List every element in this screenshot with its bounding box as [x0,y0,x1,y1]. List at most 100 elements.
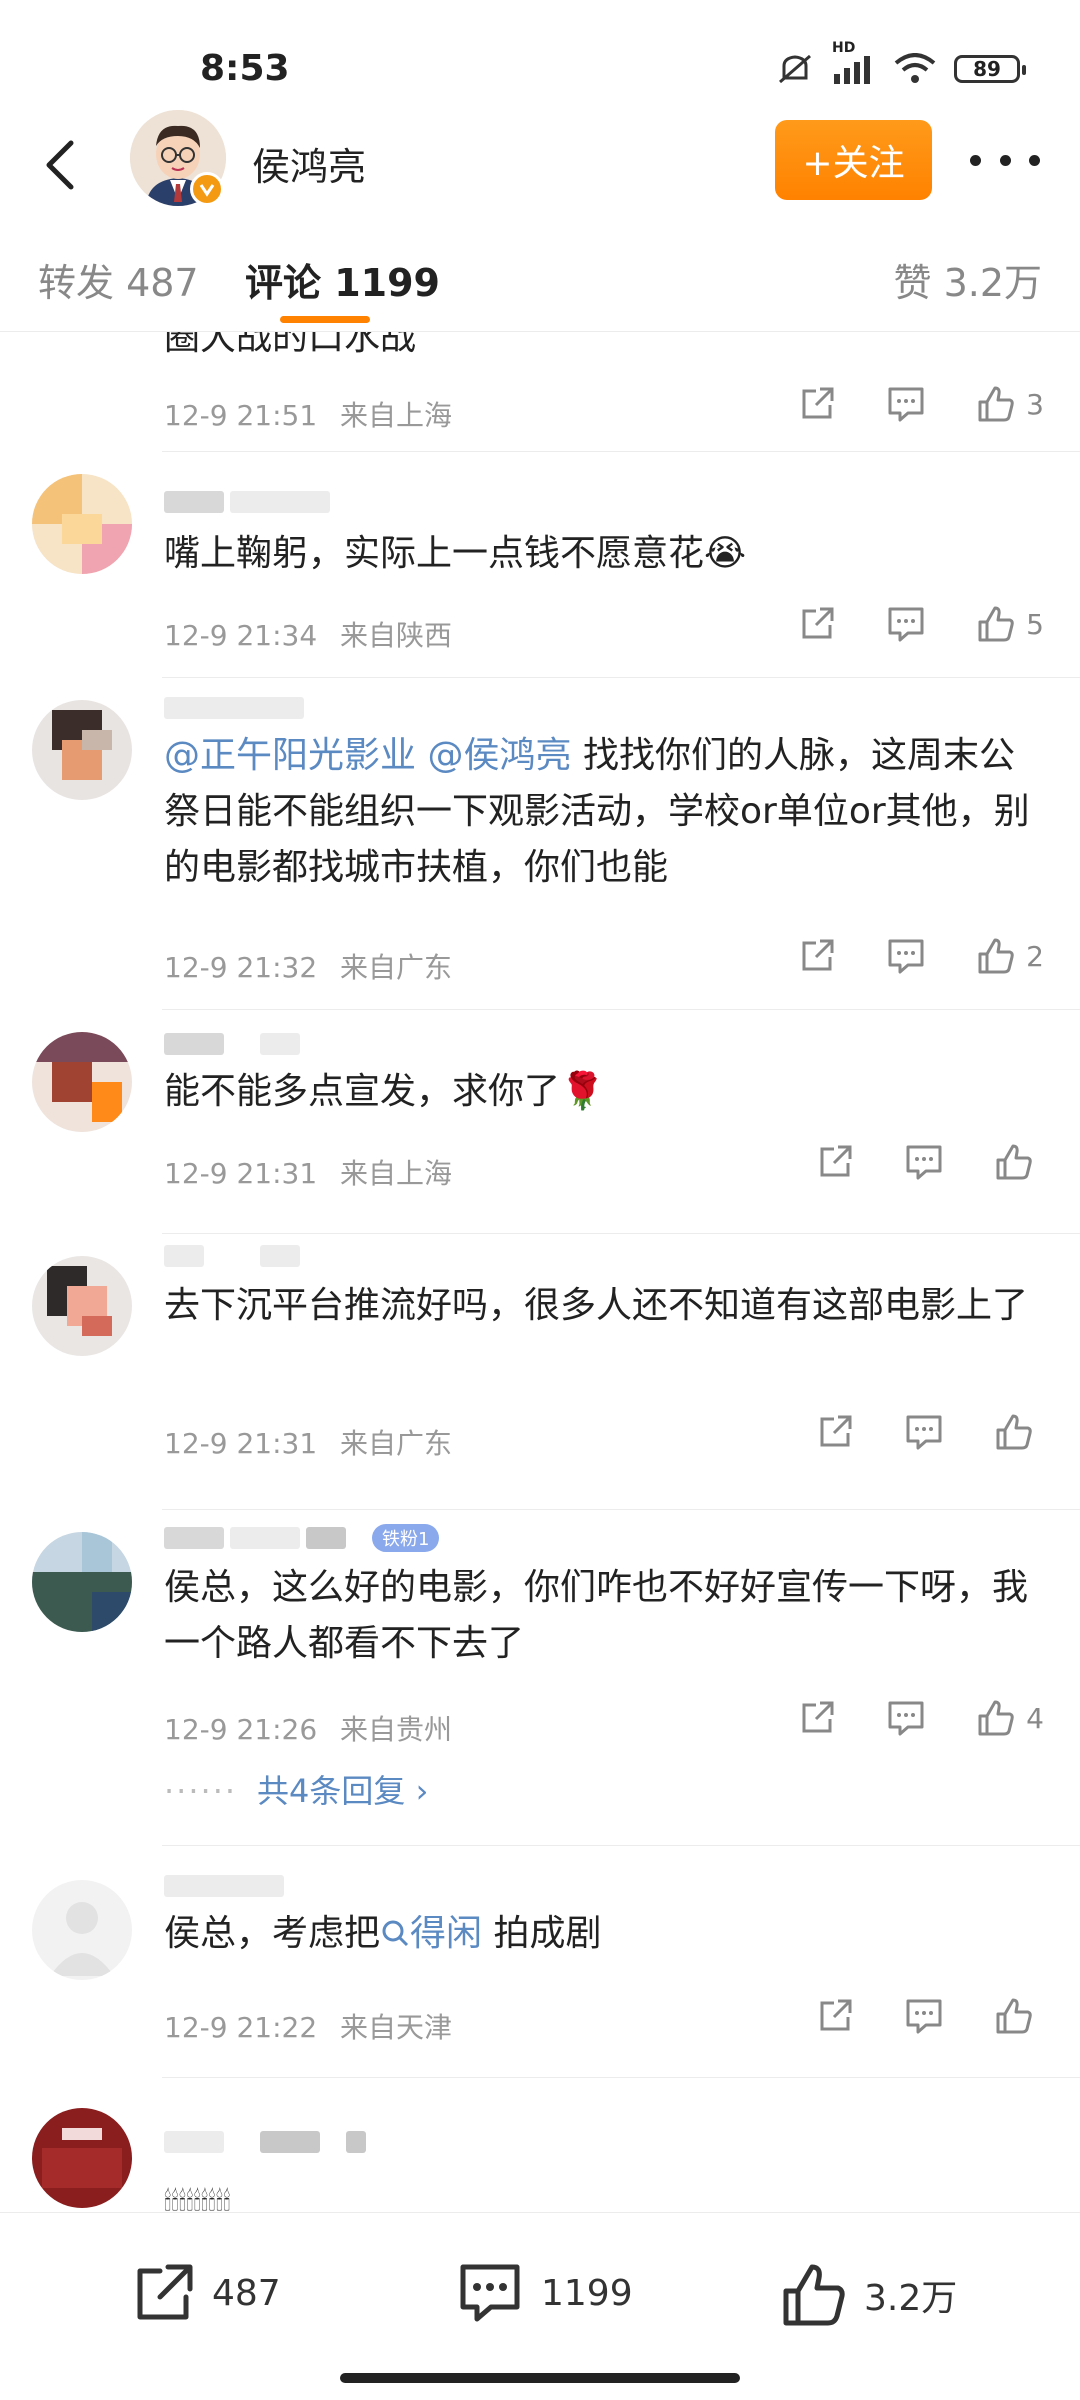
mention-link[interactable]: @正午阳光影业 [164,735,416,776]
redacted-block [346,2131,366,2153]
like-button[interactable]: 3.2万 [780,2261,957,2329]
search-term: 得闲 [410,1913,483,1954]
share-button[interactable] [798,605,836,643]
reply-button[interactable] [904,1997,944,2035]
fans-badge: 铁粉1 [372,1524,440,1552]
like-count: 3 [1026,387,1044,421]
comment-item: 嘴上鞠躬，实际上一点钱不愿意花😭 12-9 21:34 来自陕西 5 [0,452,1080,678]
user-name-redacted[interactable] [164,1872,284,1900]
like-count: 3.2万 [864,2278,958,2319]
like-button[interactable]: 5 [976,604,1044,644]
comment-meta: 12-9 21:32 来自广东 [164,946,452,986]
comment-text: 去下沉平台推流好吗，很多人还不知道有这部电影上了 [164,1285,1029,1326]
redacted-block [164,2131,224,2153]
reply-button[interactable] [904,1413,944,1451]
follow-button[interactable]: +关注 [775,120,932,200]
like-button[interactable] [994,1996,1044,2036]
comment-item: 侯总，考虑把 得闲 拍成剧 12-9 21:22 来自天津 [0,1846,1080,2078]
comment-list[interactable]: 圈大战的口水战 12-9 21:51 来自上海 3 嘴上鞠躬，实际上一点钱不愿意… [0,332,1080,2212]
redacted-block [164,697,304,719]
comment-icon [906,1145,942,1180]
user-name-redacted[interactable] [164,2128,366,2156]
share-button[interactable] [798,385,836,423]
repost-count: 487 [212,2272,281,2314]
avatar[interactable] [32,474,132,574]
network-label: HD [832,40,856,56]
avatar[interactable] [32,1256,132,1356]
user-name-redacted[interactable] [164,488,330,516]
reply-button[interactable] [904,1143,944,1181]
tab-bar: 转发 487 评论 1199 赞 3.2万 [0,220,1080,332]
reply-button[interactable] [886,385,926,423]
bottom-action-bar: 487 1199 3.2万 [0,2212,1080,2400]
redacted-block [164,1033,224,1055]
tab-repost[interactable]: 转发 487 [38,252,199,307]
comment-time: 12-9 21:51 [164,399,318,432]
back-button[interactable] [30,132,90,198]
comment-actions: 3 [748,384,1044,424]
avatar[interactable] [32,700,132,800]
avatar[interactable] [32,1032,132,1132]
comment-meta: 12-9 21:22 来自天津 [164,2006,452,2046]
user-name-redacted[interactable] [164,1030,300,1058]
tab-like[interactable]: 赞 3.2万 [893,252,1042,307]
thumbs-up-icon [978,938,1014,974]
comment-text: @正午阳光影业 @侯鸿亮 找找你们的人脉，这周末公祭日能不能组织一下观影活动，学… [164,728,1040,896]
like-button[interactable]: 4 [976,1698,1044,1738]
reply-button[interactable] [886,605,926,643]
comment-time: 12-9 21:31 [164,1427,318,1460]
share-icon [802,387,834,419]
comment-location: 来自上海 [340,1157,453,1190]
like-button[interactable]: 2 [976,936,1044,976]
search-term-link[interactable]: 得闲 [380,1913,482,1954]
comment-icon [460,2264,520,2322]
reply-button[interactable] [886,937,926,975]
comment-item: 能不能多点宣发，求你了🌹 12-9 21:31 来自上海 [0,1010,1080,1234]
user-name-redacted[interactable] [164,694,304,722]
signal-icon: HD [832,40,876,84]
comment-time: 12-9 21:26 [164,1713,318,1746]
reply-button[interactable] [886,1699,926,1737]
comment-time: 12-9 21:32 [164,951,318,984]
comment-location: 来自天津 [340,2011,453,2044]
comment-text: 圈大战的口水战 [164,332,417,358]
view-replies-link[interactable]: ······ 共4条回复 › [164,1766,428,1812]
share-button[interactable] [816,1997,854,2035]
comment-actions [766,1412,1044,1452]
comment-text: 侯总，这么好的电影，你们咋也不好好宣传一下呀，我一个路人都看不下去了 [164,1567,1029,1664]
redacted-block [164,1245,204,1267]
repost-button[interactable]: 487 [130,2261,281,2325]
comment-item: 🕯🕯🕯🕯🕯🕯🕯🕯🕯 [0,2078,1080,2212]
comment-meta: 12-9 21:34 来自陕西 [164,614,452,654]
user-name-redacted[interactable]: 铁粉1 [164,1524,440,1552]
like-button[interactable] [994,1142,1044,1182]
comment-icon [888,607,924,642]
thumbs-up-icon [783,2264,845,2326]
mention-link[interactable]: @侯鸿亮 [427,735,571,776]
share-button[interactable] [798,1699,836,1737]
active-tab-indicator [280,316,370,323]
avatar[interactable] [32,1532,132,1632]
user-name[interactable]: 侯鸿亮 [252,136,366,191]
share-button[interactable] [798,937,836,975]
avatar[interactable] [32,2108,132,2208]
status-bar: 8:53 HD 89 [0,0,1080,110]
redacted-block [164,491,224,513]
user-name-redacted[interactable] [164,1242,300,1270]
redacted-block [164,1527,224,1549]
comment-item: 去下沉平台推流好吗，很多人还不知道有这部电影上了 12-9 21:31 来自广东 [0,1234,1080,1510]
status-time: 8:53 [200,48,290,89]
share-button[interactable] [816,1413,854,1451]
avatar[interactable] [32,1880,132,1980]
comment-item: 铁粉1 侯总，这么好的电影，你们咋也不好好宣传一下呀，我一个路人都看不下去了 1… [0,1510,1080,1846]
more-options-button[interactable] [970,140,1040,180]
share-button[interactable] [816,1143,854,1181]
home-indicator[interactable] [340,2373,740,2383]
comment-button[interactable]: 1199 [455,2261,633,2325]
comment-meta: 12-9 21:31 来自上海 [164,1152,452,1192]
like-button[interactable]: 3 [976,384,1044,424]
like-button[interactable] [994,1412,1044,1452]
tab-comment[interactable]: 评论 1199 [245,252,440,307]
thumbs-up-icon [996,1414,1032,1450]
dot-icon [1029,154,1040,166]
